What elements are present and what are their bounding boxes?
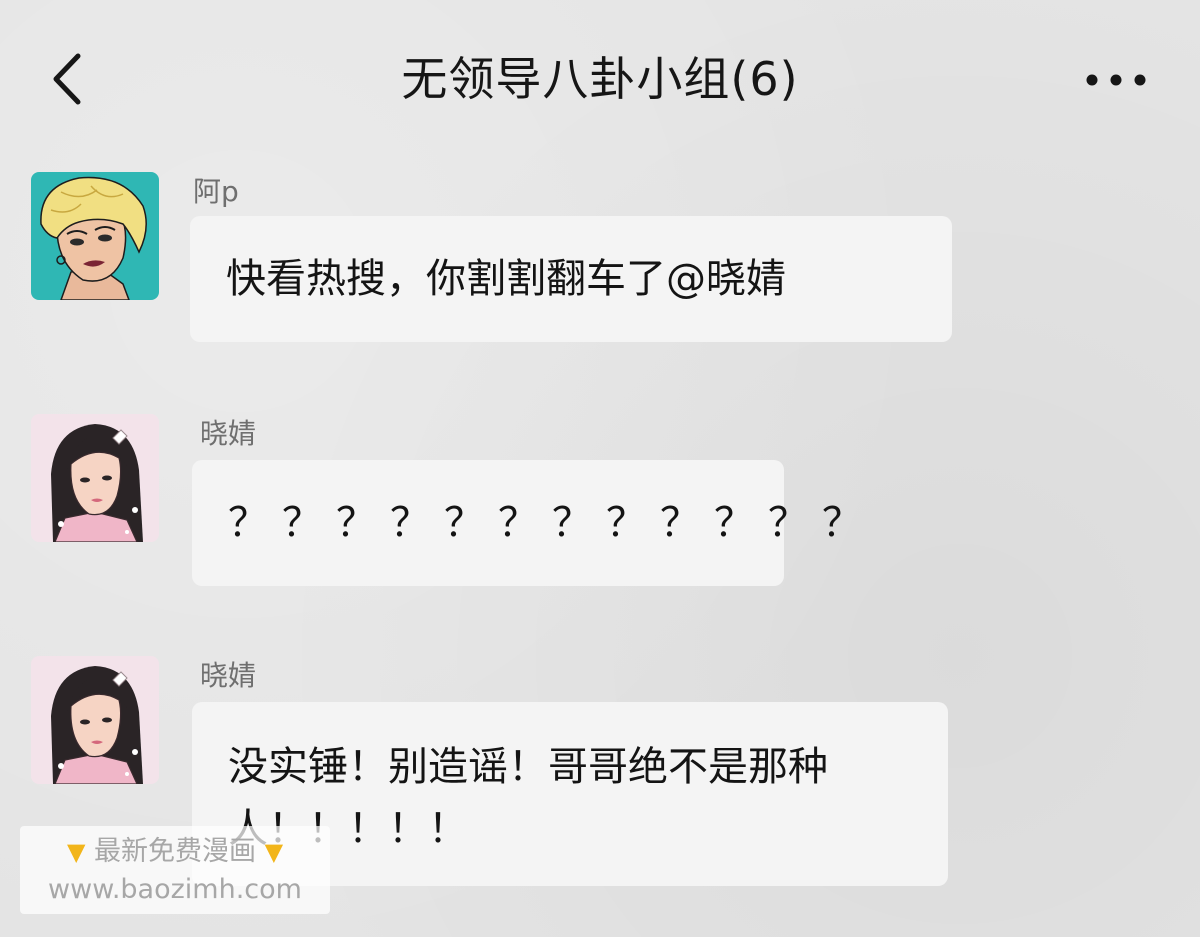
more-dots-icon bbox=[1086, 74, 1146, 86]
sender-name: 阿p bbox=[193, 175, 239, 208]
dark-hair-woman-avatar-icon bbox=[31, 414, 159, 542]
blonde-woman-avatar-icon bbox=[31, 172, 159, 300]
message-bubble[interactable]: 快看热搜，你割割翻车了@晓婧 bbox=[190, 216, 952, 342]
sender-name: 晓婧 bbox=[200, 417, 257, 450]
watermark-title-row: ▼ 最新免费漫画 ▼ bbox=[20, 832, 330, 872]
avatar[interactable] bbox=[31, 414, 159, 542]
chat-title: 无领导八卦小组(6) bbox=[401, 52, 799, 106]
watermark-title: 最新免费漫画 bbox=[94, 836, 256, 867]
avatar[interactable] bbox=[31, 172, 159, 300]
watermark-url: www.baozimh.com bbox=[48, 874, 302, 905]
pointing-down-hand-icon: ▼ bbox=[66, 838, 86, 866]
sender-name: 晓婧 bbox=[200, 659, 257, 692]
avatar[interactable] bbox=[31, 656, 159, 784]
pointing-down-hand-icon: ▼ bbox=[264, 838, 284, 866]
chat-header: 无领导八卦小组(6) bbox=[0, 0, 1200, 165]
watermark: ▼ 最新免费漫画 ▼ www.baozimh.com bbox=[20, 826, 330, 914]
message-bubble[interactable]: ？？？？？？？？？？？？ bbox=[192, 460, 862, 586]
chat-screen: 无领导八卦小组(6) 阿p 快看热搜，你割割翻车了@晓婧 晓婧 ？？？？？？？？… bbox=[0, 0, 1200, 937]
more-options-button[interactable] bbox=[1078, 58, 1154, 102]
dark-hair-woman-avatar-icon bbox=[31, 656, 159, 784]
chevron-left-icon bbox=[53, 53, 81, 105]
back-button[interactable] bbox=[40, 44, 100, 114]
